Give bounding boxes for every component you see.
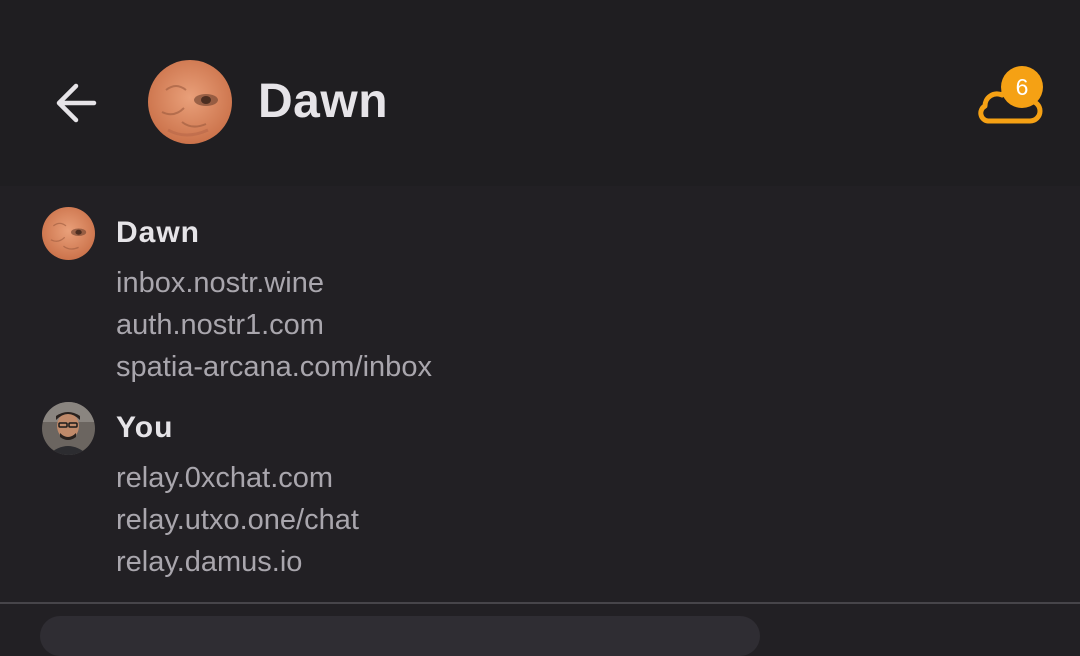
avatar[interactable] — [42, 207, 95, 260]
avatar[interactable] — [42, 402, 95, 455]
message-input[interactable] — [40, 616, 760, 656]
relay-url[interactable]: relay.damus.io — [116, 544, 302, 580]
relay-url[interactable]: spatia-arcana.com/inbox — [116, 349, 432, 385]
group-name: Dawn — [116, 216, 201, 249]
group-name: You — [116, 411, 174, 444]
back-button[interactable] — [48, 77, 102, 129]
relay-url[interactable]: inbox.nostr.wine — [116, 265, 324, 301]
relay-list: Dawn inbox.nostr.wine auth.nostr1.com sp… — [0, 186, 1080, 604]
notification-badge: 6 — [1001, 66, 1043, 108]
page-title: Dawn — [258, 75, 389, 128]
app-header: Dawn 6 — [0, 0, 1080, 186]
relay-url[interactable]: relay.0xchat.com — [116, 460, 333, 496]
composer-area — [0, 604, 1080, 656]
relay-url[interactable]: auth.nostr1.com — [116, 307, 324, 343]
relay-status-button[interactable]: 6 — [970, 66, 1046, 130]
contact-avatar[interactable] — [148, 60, 232, 144]
arrow-left-icon — [56, 83, 97, 123]
relay-url[interactable]: relay.utxo.one/chat — [116, 502, 359, 538]
